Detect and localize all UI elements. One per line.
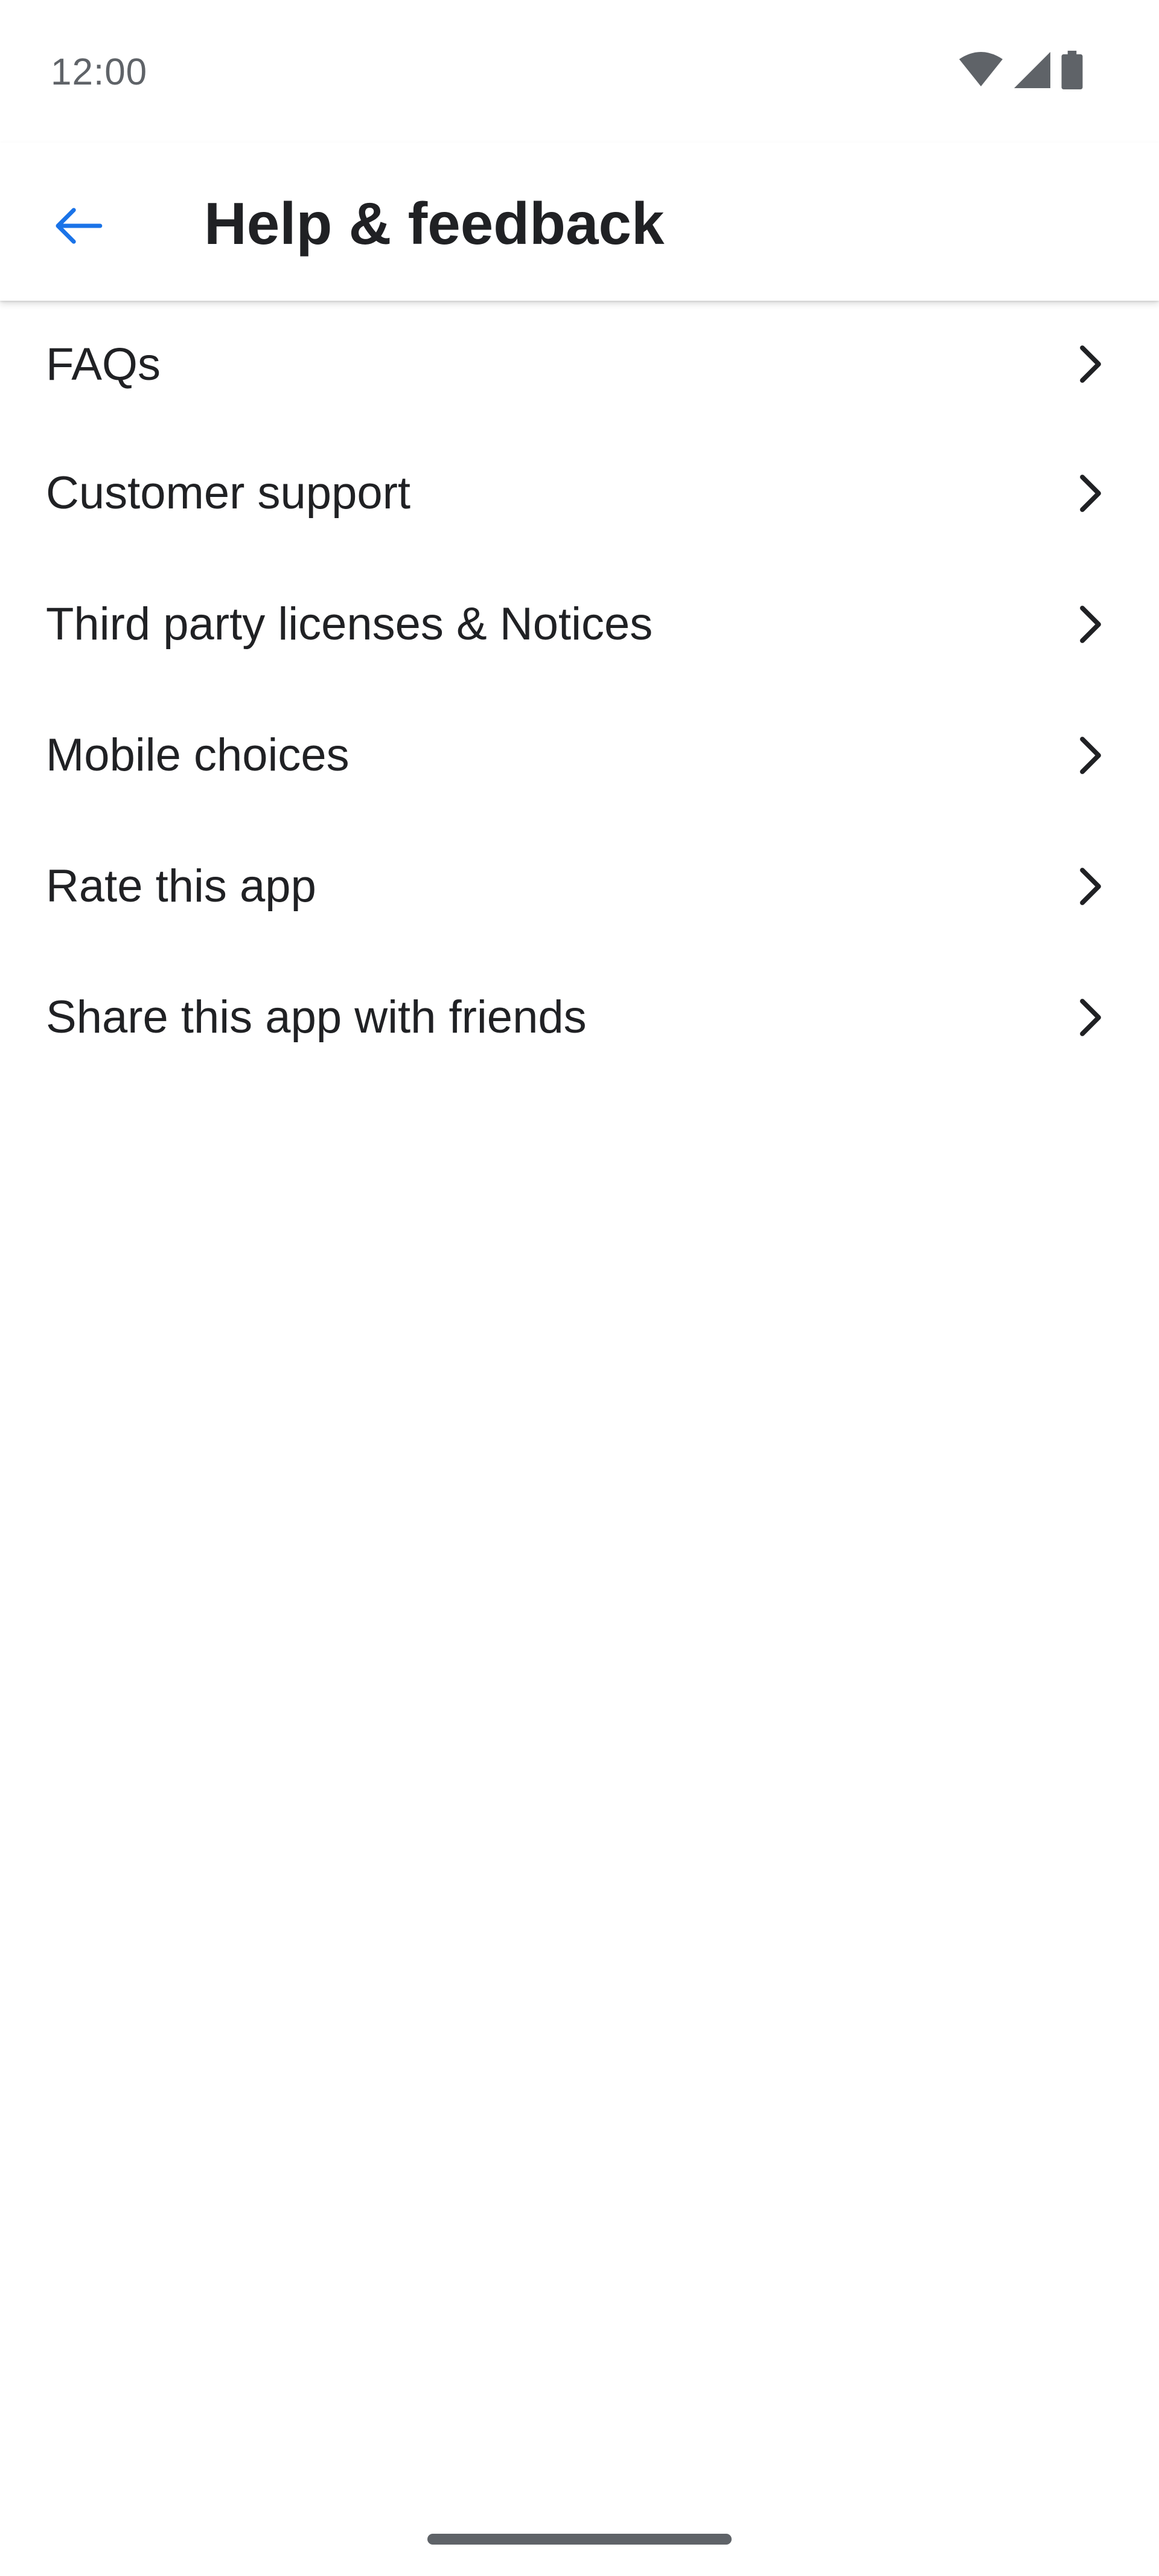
arrow-back-icon — [52, 207, 103, 248]
cellular-signal-icon — [1014, 52, 1050, 88]
status-time: 12:00 — [51, 51, 148, 93]
chevron-right-icon — [1068, 996, 1111, 1039]
status-icons — [959, 50, 1083, 91]
status-bar: 12:00 — [0, 0, 1159, 143]
menu-item-third-party-licenses[interactable]: Third party licenses & Notices — [0, 559, 1159, 690]
app-bar: Help & feedback — [0, 143, 1159, 301]
back-button[interactable] — [35, 185, 120, 269]
wifi-icon — [959, 52, 1003, 88]
menu-item-label: Third party licenses & Notices — [46, 598, 653, 650]
chevron-right-icon — [1068, 865, 1111, 908]
menu-item-rate-app[interactable]: Rate this app — [0, 821, 1159, 952]
gesture-nav-handle[interactable] — [427, 2534, 732, 2545]
chevron-right-icon — [1068, 343, 1111, 385]
chevron-right-icon — [1068, 472, 1111, 514]
chevron-right-icon — [1068, 603, 1111, 646]
menu-item-label: Rate this app — [46, 860, 316, 912]
menu-item-label: Mobile choices — [46, 729, 350, 781]
menu-item-share-app[interactable]: Share this app with friends — [0, 952, 1159, 1083]
help-menu-list: FAQs Customer support Third party licens… — [0, 301, 1159, 1083]
menu-item-customer-support[interactable]: Customer support — [0, 428, 1159, 559]
page-title: Help & feedback — [204, 190, 665, 257]
menu-item-mobile-choices[interactable]: Mobile choices — [0, 690, 1159, 821]
menu-item-label: Customer support — [46, 467, 411, 519]
battery-icon — [1061, 51, 1083, 89]
chevron-right-icon — [1068, 734, 1111, 777]
menu-item-faqs[interactable]: FAQs — [0, 301, 1159, 428]
screen: 12:00 Help & feedback FAQs Customer supp… — [0, 0, 1159, 2576]
menu-item-label: Share this app with friends — [46, 992, 587, 1043]
menu-item-label: FAQs — [46, 338, 161, 390]
